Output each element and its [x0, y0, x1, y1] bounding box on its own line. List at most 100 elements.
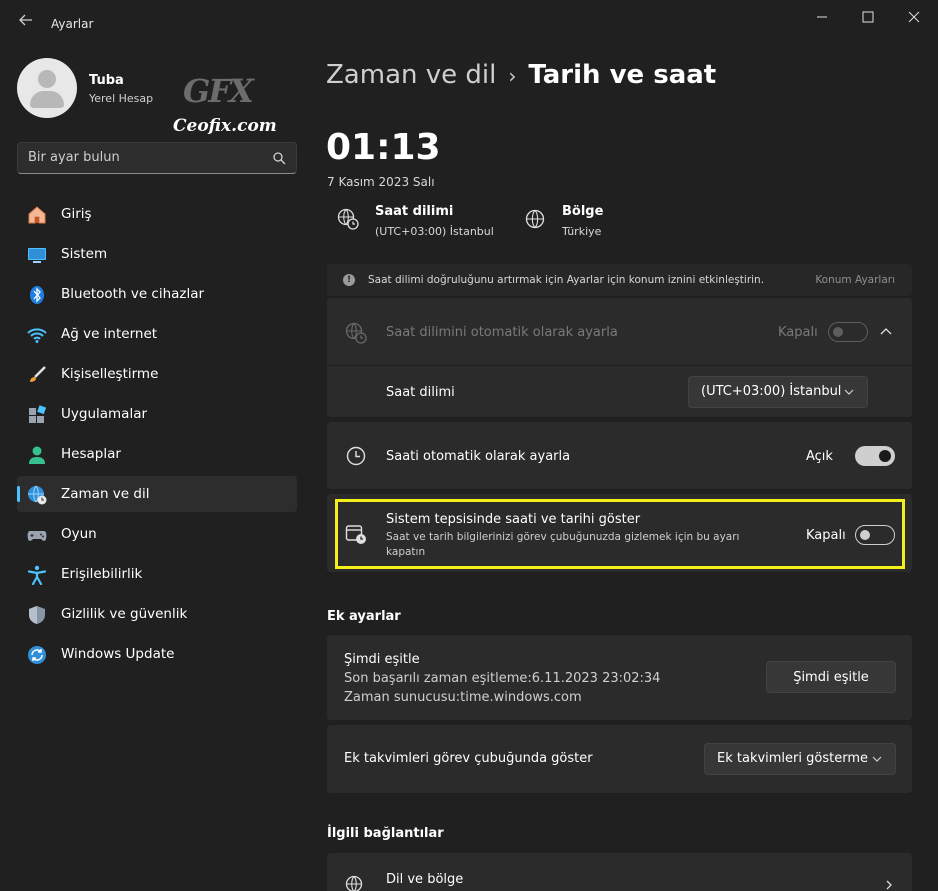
timezone-dropdown[interactable]: (UTC+03:00) İstanbul	[688, 376, 868, 408]
wifi-icon	[27, 328, 47, 343]
brush-icon	[30, 366, 46, 382]
account-type: Yerel Hesap	[89, 92, 154, 105]
sidebar-item-windows-update[interactable]: Windows Update	[17, 636, 297, 672]
search-box[interactable]	[17, 142, 297, 174]
back-button[interactable]	[12, 8, 40, 32]
sidebar-item-network[interactable]: Ağ ve internet	[17, 316, 297, 352]
chevron-up-icon[interactable]	[880, 326, 892, 338]
sidebar-item-privacy[interactable]: Gizlilik ve güvenlik	[17, 596, 297, 632]
sidebar-item-label: Ağ ve internet	[61, 326, 158, 342]
region-value: Türkiye	[562, 225, 602, 238]
sidebar-item-label: Giriş	[61, 206, 92, 222]
update-icon	[28, 646, 46, 664]
globe-icon	[525, 209, 545, 229]
breadcrumb: Zaman ve dil › Tarih ve saat	[326, 60, 716, 90]
sidebar-item-label: Sistem	[61, 246, 108, 262]
avatar-body	[30, 91, 64, 108]
calendars-card: Ek takvimleri görev çubuğunda göster Ek …	[327, 725, 912, 793]
sync-card: Şimdi eşitle Son başarılı zaman eşitleme…	[327, 635, 912, 720]
globe-clock-icon	[345, 322, 367, 344]
search-input[interactable]	[28, 150, 258, 165]
shield-icon	[29, 606, 45, 624]
current-date: 7 Kasım 2023 Salı	[327, 175, 435, 189]
auto-timezone-state: Kapalı	[778, 325, 818, 340]
calendars-label: Ek takvimleri görev çubuğunda göster	[344, 751, 593, 766]
clock-icon	[346, 446, 366, 466]
last-sync-text: Son başarılı zaman eşitleme:6.11.2023 23…	[344, 671, 661, 686]
bluetooth-icon	[30, 286, 44, 304]
sidebar-item-accounts[interactable]: Hesaplar	[17, 436, 297, 472]
highlight-box	[335, 499, 905, 569]
minimize-button[interactable]	[799, 0, 845, 34]
auto-time-toggle[interactable]	[855, 446, 895, 466]
person-icon	[29, 446, 45, 464]
region-title: Bölge	[562, 204, 604, 219]
auto-time-card: Saati otomatik olarak ayarla Açık	[327, 422, 912, 489]
app-title: Ayarlar	[51, 17, 94, 31]
user-name: Tuba	[89, 73, 124, 88]
additional-settings-heading: Ek ayarlar	[327, 609, 401, 624]
sidebar-item-label: Zaman ve dil	[61, 486, 150, 502]
sidebar-item-personalization[interactable]: Kişiselleştirme	[17, 356, 297, 392]
time-server-text: Zaman sunucusu:time.windows.com	[344, 690, 582, 705]
auto-time-title: Saati otomatik olarak ayarla	[386, 449, 571, 464]
auto-time-state: Açık	[806, 449, 833, 464]
calendars-dropdown[interactable]: Ek takvimleri gösterme	[704, 743, 896, 775]
current-time: 01:13	[326, 127, 441, 168]
chevron-down-icon	[844, 389, 854, 395]
sidebar-item-label: Gizlilik ve güvenlik	[61, 606, 188, 622]
related-links-heading: İlgili bağlantılar	[327, 826, 444, 841]
close-button[interactable]	[891, 0, 937, 34]
timezone-value: (UTC+03:00) İstanbul	[375, 225, 494, 238]
watermark-logo: GFX	[183, 72, 254, 110]
location-settings-link[interactable]: Konum Ayarları	[815, 274, 895, 286]
auto-timezone-card: Saat dilimini otomatik olarak ayarla Kap…	[327, 298, 912, 417]
sync-now-button[interactable]: Şimdi eşitle	[766, 661, 896, 693]
sidebar-item-time-language[interactable]: Zaman ve dil	[17, 476, 297, 512]
sidebar-item-label: Hesaplar	[61, 446, 121, 462]
sidebar-item-label: Bluetooth ve cihazlar	[61, 286, 205, 302]
calendars-dropdown-value: Ek takvimleri gösterme	[717, 751, 868, 766]
close-icon	[908, 11, 920, 23]
page-title: Tarih ve saat	[528, 60, 717, 90]
language-region-label: Dil ve bölge	[386, 872, 464, 887]
sidebar-item-sistem[interactable]: Sistem	[17, 236, 297, 272]
apps-icon	[29, 405, 47, 423]
sidebar-item-gaming[interactable]: Oyun	[17, 516, 297, 552]
timezone-title: Saat dilimi	[375, 204, 454, 219]
sidebar-item-giris[interactable]: Giriş	[17, 196, 297, 232]
maximize-button[interactable]	[845, 0, 891, 34]
sidebar-item-label: Oyun	[61, 526, 97, 542]
maximize-icon	[862, 11, 874, 23]
sidebar-item-label: Windows Update	[61, 646, 175, 662]
sidebar-item-label: Uygulamalar	[61, 406, 148, 422]
title-bar: Ayarlar	[0, 0, 938, 40]
globe-clock-icon	[28, 485, 47, 505]
avatar-head	[38, 70, 56, 88]
sidebar-item-apps[interactable]: Uygulamalar	[17, 396, 297, 432]
minimize-icon	[817, 16, 827, 18]
monitor-icon	[28, 248, 46, 263]
home-icon	[28, 206, 46, 224]
breadcrumb-parent[interactable]: Zaman ve dil	[326, 60, 496, 90]
divider	[327, 365, 912, 366]
globe-clock-icon	[345, 875, 363, 891]
toggle-knob	[833, 327, 843, 337]
sidebar-item-label: Kişiselleştirme	[61, 366, 159, 382]
watermark-text: Ceofix.com	[173, 116, 277, 136]
language-region-link[interactable]: Dil ve bölge	[327, 853, 912, 891]
sidebar-nav: Giriş Sistem Bluetooth ve cihazlar Ağ ve…	[17, 196, 297, 676]
avatar[interactable]	[17, 58, 77, 118]
sidebar-item-accessibility[interactable]: Erişilebilirlik	[17, 556, 297, 592]
auto-timezone-toggle[interactable]	[828, 322, 868, 342]
back-arrow-icon	[19, 14, 32, 26]
timezone-dropdown-value: (UTC+03:00) İstanbul	[701, 384, 842, 399]
auto-timezone-title: Saat dilimini otomatik olarak ayarla	[386, 325, 618, 340]
globe-clock-icon	[337, 208, 359, 230]
breadcrumb-separator: ›	[508, 64, 517, 88]
toggle-knob	[879, 450, 891, 462]
sync-title: Şimdi eşitle	[344, 652, 420, 667]
sidebar-item-bluetooth[interactable]: Bluetooth ve cihazlar	[17, 276, 297, 312]
chevron-down-icon	[872, 756, 882, 762]
search-icon[interactable]	[272, 151, 286, 165]
